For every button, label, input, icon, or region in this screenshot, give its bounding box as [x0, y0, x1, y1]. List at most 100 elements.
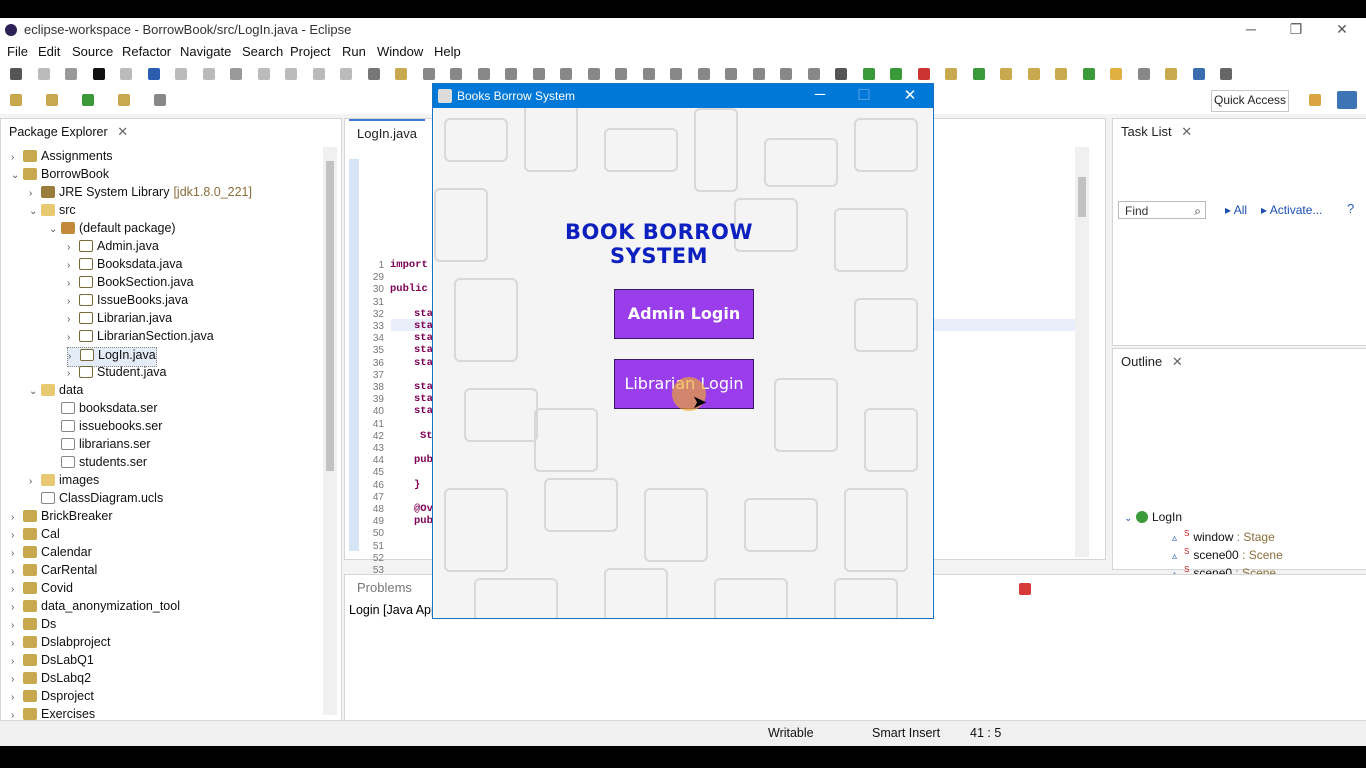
- toolbar-icon[interactable]: [1137, 68, 1150, 80]
- expand-arrow-icon[interactable]: ›: [11, 620, 23, 631]
- expand-arrow-icon[interactable]: ›: [11, 566, 23, 577]
- expand-arrow-icon[interactable]: ⌄: [49, 224, 61, 235]
- tab-outline[interactable]: Outline ✕: [1113, 349, 1191, 373]
- toolbar-icon[interactable]: [422, 68, 435, 80]
- tree-item[interactable]: ⌄ data: [29, 383, 83, 401]
- tree-item[interactable]: › Student.java: [67, 365, 167, 383]
- tab-problems[interactable]: Problems: [349, 575, 420, 599]
- code-line[interactable]: sta: [414, 381, 433, 393]
- expand-arrow-icon[interactable]: ›: [68, 351, 80, 362]
- toolbar-icon[interactable]: [945, 68, 957, 80]
- tree-item[interactable]: › Dsproject: [11, 689, 94, 707]
- tree-item[interactable]: librarians.ser: [49, 437, 151, 455]
- toolbar-icon[interactable]: [285, 68, 297, 80]
- expand-arrow-icon[interactable]: ›: [67, 314, 79, 325]
- toolbar-icon[interactable]: [367, 68, 380, 80]
- dialog-title-bar[interactable]: Books Borrow System ─ ☐ ✕: [433, 84, 933, 108]
- toolbar-icon[interactable]: [202, 68, 215, 80]
- toolbar-icon[interactable]: [587, 68, 600, 80]
- expand-arrow-icon[interactable]: ›: [67, 296, 79, 307]
- toolbar-icon[interactable]: [1165, 68, 1177, 80]
- toolbar-icon[interactable]: [642, 68, 655, 80]
- code-line[interactable]: sta: [414, 332, 433, 344]
- dialog-minimize-button[interactable]: ─: [805, 86, 835, 103]
- toolbar-icon[interactable]: [120, 68, 132, 80]
- tree-item[interactable]: › Assignments: [11, 149, 113, 167]
- quick-access-field[interactable]: Quick Access: [1211, 90, 1289, 112]
- tree-item[interactable]: issuebooks.ser: [49, 419, 162, 437]
- expand-arrow-icon[interactable]: ›: [11, 674, 23, 685]
- code-line[interactable]: @Ov: [414, 503, 433, 515]
- tree-item[interactable]: › CarRental: [11, 563, 97, 581]
- tree-item[interactable]: › JRE System Library [jdk1.8.0_221]: [29, 185, 252, 203]
- all-link[interactable]: ▸ All: [1225, 203, 1247, 217]
- toolbar-icon[interactable]: [1192, 68, 1205, 80]
- expand-arrow-icon[interactable]: ›: [11, 548, 23, 559]
- toolbar-icon[interactable]: [862, 68, 875, 80]
- expand-arrow-icon[interactable]: ›: [11, 656, 23, 667]
- toolbar-icon[interactable]: [835, 68, 847, 80]
- editor-scrollbar[interactable]: [1075, 147, 1089, 557]
- debug-perspective-icon[interactable]: [1337, 91, 1357, 109]
- tab-login-java[interactable]: LogIn.java: [349, 119, 425, 143]
- code-line[interactable]: }: [414, 479, 420, 491]
- java-perspective-icon[interactable]: [1309, 94, 1321, 106]
- expand-arrow-icon[interactable]: ›: [67, 368, 79, 379]
- toolbar-icon[interactable]: [972, 68, 985, 80]
- package-explorer-scrollbar[interactable]: [323, 147, 337, 715]
- tree-item[interactable]: ⌄ src: [29, 203, 76, 221]
- toolbar-icon[interactable]: [505, 68, 517, 80]
- menu-source[interactable]: Source: [72, 44, 113, 59]
- expand-arrow-icon[interactable]: ›: [11, 512, 23, 523]
- menu-refactor[interactable]: Refactor: [122, 44, 171, 59]
- tree-item[interactable]: › Admin.java: [67, 239, 159, 257]
- tree-item[interactable]: › BookSection.java: [67, 275, 194, 293]
- expand-arrow-icon[interactable]: ›: [67, 260, 79, 271]
- expand-arrow-icon[interactable]: ›: [11, 638, 23, 649]
- code-line[interactable]: sta: [414, 344, 433, 356]
- scroll-thumb[interactable]: [1078, 177, 1086, 217]
- dialog-close-button[interactable]: ✕: [895, 86, 925, 104]
- nav-toolbar-icon[interactable]: [154, 94, 166, 106]
- tree-item[interactable]: › Ds: [11, 617, 56, 635]
- toolbar-icon[interactable]: [1220, 68, 1232, 80]
- nav-toolbar-icon[interactable]: [46, 94, 58, 106]
- close-icon[interactable]: ✕: [1181, 124, 1192, 139]
- toolbar-icon[interactable]: [1110, 68, 1122, 80]
- menu-run[interactable]: Run: [342, 44, 366, 59]
- expand-arrow-icon[interactable]: ⌄: [29, 206, 41, 217]
- menu-search[interactable]: Search: [242, 44, 283, 59]
- tree-item[interactable]: › LibrarianSection.java: [67, 329, 214, 347]
- tree-item[interactable]: › Librarian.java: [67, 311, 172, 329]
- expand-arrow-icon[interactable]: ›: [67, 278, 79, 289]
- terminate-icon[interactable]: [1019, 583, 1031, 595]
- tree-item[interactable]: ClassDiagram.ucls: [29, 491, 163, 509]
- tree-item[interactable]: › Booksdata.java: [67, 257, 182, 275]
- toolbar-icon[interactable]: [1082, 68, 1095, 80]
- outline-root[interactable]: ⌄ LogIn: [1124, 510, 1182, 524]
- code-line[interactable]: sta: [414, 308, 433, 320]
- collapse-arrow-icon[interactable]: ⌄: [1124, 513, 1136, 524]
- expand-arrow-icon[interactable]: ›: [11, 530, 23, 541]
- expand-arrow-icon[interactable]: ›: [11, 692, 23, 703]
- toolbar-icon[interactable]: [340, 68, 352, 80]
- admin-login-button[interactable]: Admin Login: [614, 289, 754, 339]
- code-line[interactable]: St: [420, 430, 433, 442]
- expand-arrow-icon[interactable]: ⌄: [29, 386, 41, 397]
- dialog-maximize-button[interactable]: ☐: [849, 86, 879, 104]
- toolbar-icon[interactable]: [917, 68, 930, 80]
- close-icon[interactable]: ✕: [1172, 354, 1183, 369]
- expand-arrow-icon[interactable]: ›: [11, 584, 23, 595]
- tree-item[interactable]: › Covid: [11, 581, 73, 599]
- tree-item[interactable]: › images: [29, 473, 99, 491]
- nav-toolbar-icon[interactable]: [118, 94, 130, 106]
- close-icon[interactable]: ✕: [117, 124, 128, 139]
- expand-arrow-icon[interactable]: ›: [29, 188, 41, 199]
- toolbar-icon[interactable]: [615, 68, 627, 80]
- minimize-button[interactable]: ─: [1236, 21, 1266, 37]
- task-find-input[interactable]: Find ⌕: [1118, 201, 1206, 219]
- toolbar-icon[interactable]: [65, 68, 77, 80]
- toolbar-icon[interactable]: [175, 68, 187, 80]
- menu-edit[interactable]: Edit: [38, 44, 60, 59]
- expand-arrow-icon[interactable]: ›: [11, 602, 23, 613]
